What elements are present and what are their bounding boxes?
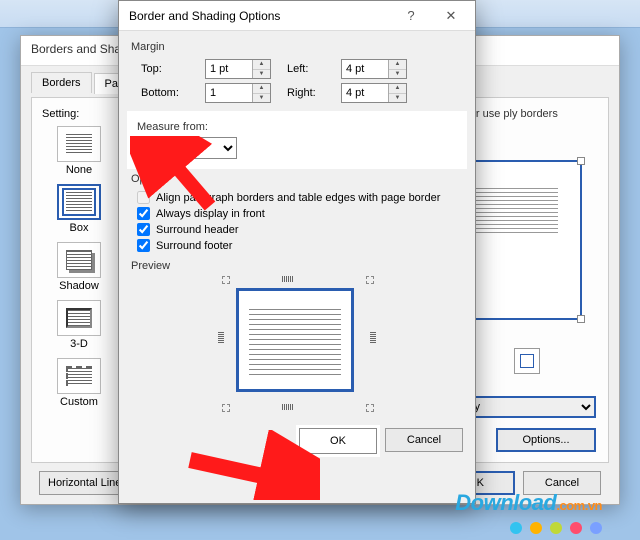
top-input[interactable]: [206, 60, 252, 78]
help-button[interactable]: ?: [391, 3, 431, 29]
setting-shadow-label: Shadow: [59, 280, 99, 292]
setting-custom-icon: [57, 358, 101, 394]
watermark-brand: Download: [455, 490, 556, 515]
setting-3d[interactable]: 3-D: [42, 300, 116, 350]
right-label: Right:: [287, 87, 333, 99]
up-arrow-icon[interactable]: ▲: [253, 60, 270, 70]
surround-header-label: Surround header: [156, 224, 239, 236]
watermark-tld: .com.vn: [556, 498, 602, 513]
right-input[interactable]: [342, 84, 388, 102]
border-toggle-icon[interactable]: [514, 348, 540, 374]
preview-frame: [236, 288, 354, 392]
dot-icon: [570, 522, 582, 534]
setting-shadow[interactable]: Shadow: [42, 242, 116, 292]
align-label: Align paragraph borders and table edges …: [156, 192, 440, 204]
dot-icon: [510, 522, 522, 534]
setting-none[interactable]: None: [42, 126, 116, 176]
setting-box-icon: [57, 184, 101, 220]
measure-from-block: Measure from: Text: [129, 113, 465, 167]
down-arrow-icon[interactable]: ▼: [253, 94, 270, 103]
bottom-label: Bottom:: [141, 87, 197, 99]
setting-3d-label: 3-D: [70, 338, 88, 350]
tab-borders[interactable]: Borders: [31, 72, 92, 93]
setting-3d-icon: [57, 300, 101, 336]
setting-column: Setting: None Box Shadow 3-D: [42, 108, 116, 452]
close-button[interactable]: ✕: [431, 3, 471, 29]
front-button-row: OK Cancel: [119, 416, 475, 454]
surround-footer-label: Surround footer: [156, 240, 232, 252]
margin-fields: Top: ▲▼ Left: ▲▼ Bottom: ▲▼ Right: ▲▼: [141, 59, 463, 103]
bottom-spinner[interactable]: ▲▼: [205, 83, 271, 103]
top-spinner[interactable]: ▲▼: [205, 59, 271, 79]
setting-shadow-icon: [57, 242, 101, 278]
display-front-label: Always display in front: [156, 208, 265, 220]
down-arrow-icon[interactable]: ▼: [389, 94, 406, 103]
dot-icon: [530, 522, 542, 534]
left-label: Left:: [287, 63, 333, 75]
watermark-logo: Download.com.vn: [455, 490, 602, 516]
up-arrow-icon[interactable]: ▲: [389, 84, 406, 94]
ok-button[interactable]: OK: [299, 428, 377, 454]
setting-box[interactable]: Box: [42, 184, 116, 234]
apply-to-row: nly: [460, 396, 596, 418]
bottom-input[interactable]: [206, 84, 252, 102]
preview-label: Preview: [131, 260, 463, 272]
left-input[interactable]: [342, 60, 388, 78]
setting-box-label: Box: [70, 222, 89, 234]
setting-header: Setting:: [42, 108, 116, 120]
setting-none-icon: [57, 126, 101, 162]
right-spinner[interactable]: ▲▼: [341, 83, 407, 103]
cancel-button[interactable]: Cancel: [385, 428, 463, 452]
surround-footer-checkbox[interactable]: [137, 239, 150, 252]
dot-icon: [550, 522, 562, 534]
front-dialog-title: Border and Shading Options: [129, 9, 280, 23]
up-arrow-icon[interactable]: ▲: [253, 84, 270, 94]
top-label: Top:: [141, 63, 197, 75]
down-arrow-icon[interactable]: ▼: [389, 70, 406, 79]
apply-to-select[interactable]: nly: [460, 396, 596, 418]
measure-from-select[interactable]: Text: [137, 137, 237, 159]
down-arrow-icon[interactable]: ▼: [253, 70, 270, 79]
setting-custom[interactable]: Custom: [42, 358, 116, 408]
dot-icon: [590, 522, 602, 534]
display-front-checkbox[interactable]: [137, 207, 150, 220]
border-shading-options-dialog: Border and Shading Options ? ✕ Margin To…: [118, 0, 476, 504]
options-group-label: Options: [131, 173, 463, 185]
options-button[interactable]: Options...: [496, 428, 596, 452]
setting-none-label: None: [66, 164, 92, 176]
front-preview: [222, 278, 372, 408]
watermark-dots: [510, 522, 602, 534]
options-checkboxes: Align paragraph borders and table edges …: [137, 191, 463, 252]
front-titlebar: Border and Shading Options ? ✕: [119, 1, 475, 31]
left-spinner[interactable]: ▲▼: [341, 59, 407, 79]
setting-custom-label: Custom: [60, 396, 98, 408]
surround-header-checkbox[interactable]: [137, 223, 150, 236]
up-arrow-icon[interactable]: ▲: [389, 60, 406, 70]
margin-group-label: Margin: [131, 41, 463, 53]
align-checkbox[interactable]: [137, 191, 150, 204]
measure-from-label: Measure from:: [137, 121, 457, 133]
